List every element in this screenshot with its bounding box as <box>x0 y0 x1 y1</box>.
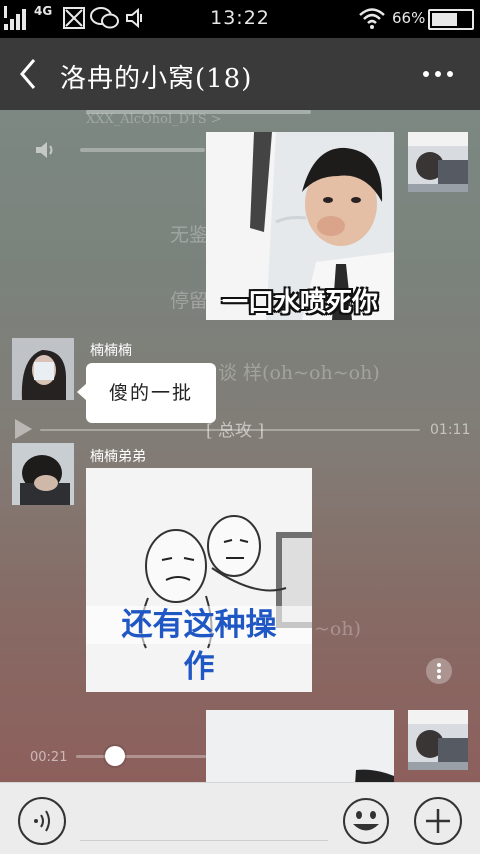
image-caption-operation-line1: 还有这种操 <box>86 606 312 644</box>
lyric-left-2: 停留 <box>170 290 209 312</box>
wifi-icon <box>359 8 385 29</box>
track-current-time: 00:21 <box>30 750 68 765</box>
lyric-top: XXX_AlcOhol_DTS > <box>86 112 222 127</box>
input-bar <box>0 782 480 854</box>
lyric-left-1: 无鉴 <box>170 224 209 246</box>
plus-icon <box>426 809 450 833</box>
sender-avatar-nannan-image <box>12 338 74 400</box>
battery-percent: 66% <box>392 9 426 27</box>
more-options-icon[interactable] <box>418 58 458 90</box>
chat-area[interactable]: XXX_AlcOhol_DTS > 无鉴 停留 谈 样(oh~oh~oh) [ … <box>0 110 480 782</box>
volume-icon[interactable] <box>34 140 56 160</box>
image-caption-spit: 一口水喷死你 <box>221 288 378 318</box>
seek-knob[interactable] <box>105 746 125 766</box>
meme-image-partial <box>206 710 394 782</box>
play-icon[interactable] <box>12 418 34 440</box>
my-avatar[interactable] <box>408 132 468 192</box>
sender-avatar-didi-image <box>12 443 74 505</box>
voice-icon <box>34 810 50 832</box>
image-message-operation[interactable]: 还有这种操 作 <box>86 468 312 692</box>
lyric-bottom: ~oh) <box>314 618 362 640</box>
text-message[interactable]: 傻的一批 <box>77 363 216 423</box>
voice-input-button[interactable] <box>18 797 66 845</box>
sender-name: 楠楠弟弟 <box>90 449 146 465</box>
my-avatar[interactable] <box>408 710 468 770</box>
status-bar: 4G 13:22 66% <box>0 0 480 38</box>
title-bar: 洛冉的小窝(18) <box>0 38 480 110</box>
lyric-line: 谈 样(oh~oh~oh) <box>218 362 380 384</box>
seek-track[interactable] <box>76 755 206 758</box>
player-more-icon[interactable] <box>426 658 452 684</box>
image-message-partial[interactable] <box>206 710 394 782</box>
sender-name: 楠楠楠 <box>90 343 132 359</box>
more-functions-button[interactable] <box>414 797 462 845</box>
image-caption-operation-line2: 作 <box>183 649 215 685</box>
volume-track[interactable] <box>80 148 205 152</box>
back-arrow-icon[interactable] <box>14 56 44 92</box>
my-avatar-image <box>408 132 468 192</box>
battery-icon <box>428 9 474 30</box>
chat-title: 洛冉的小窝(18) <box>60 64 253 94</box>
my-avatar-image <box>408 710 468 770</box>
emoji-icon <box>343 798 389 844</box>
message-input[interactable] <box>80 801 328 841</box>
image-message-spit[interactable]: 一口水喷死你 <box>206 132 394 320</box>
track-duration: 01:11 <box>430 422 471 438</box>
emoji-button[interactable] <box>342 797 390 845</box>
sender-avatar-didi[interactable] <box>12 443 74 505</box>
sender-avatar-nannan[interactable] <box>12 338 74 400</box>
